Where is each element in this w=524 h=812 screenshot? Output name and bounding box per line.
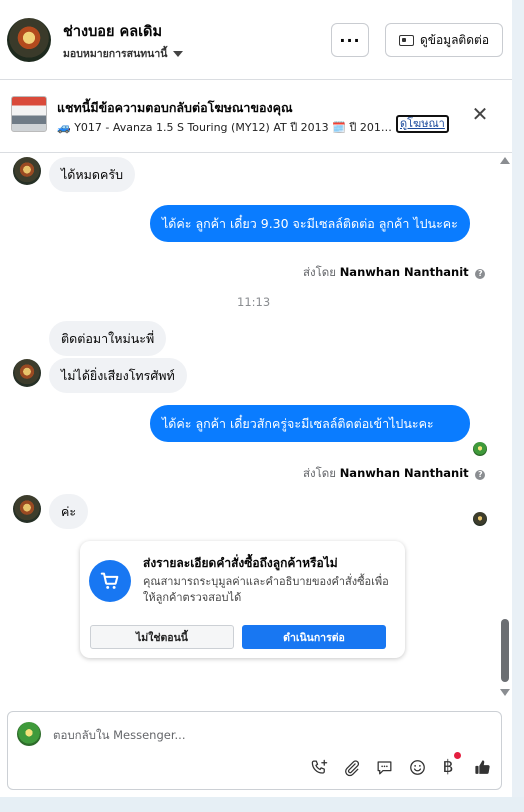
message-incoming: ได้หมดครับ	[49, 157, 136, 192]
ad-reply-banner: แชทนี้มีข้อความตอบกลับต่อโฆษณาของคุณ 🚙 Y…	[0, 81, 512, 153]
page-scrollbar-vertical[interactable]	[512, 0, 524, 812]
reply-input[interactable]	[53, 725, 473, 745]
scroll-up-arrow-icon[interactable]	[500, 157, 510, 164]
message-outgoing: ได้ค่ะ ลูกค้า เดี๋ยว 9.30 จะมีเซลล์ติดต่…	[150, 205, 470, 242]
message-incoming: ติดต่อมาใหม่นะพี่	[49, 321, 167, 356]
chat-scrollbar[interactable]	[498, 154, 512, 699]
view-contact-button[interactable]: ดูข้อมูลติดต่อ	[385, 23, 503, 57]
seen-indicator	[473, 512, 487, 526]
message-incoming: ค่ะ	[49, 494, 89, 529]
order-card-description: คุณสามารถระบุมูลค่าและคำอธิบายของคำสั่งซ…	[143, 575, 389, 604]
page-avatar	[17, 722, 41, 746]
sent-by-label: ส่งโดย Nanwhan Nanthanit ?	[303, 465, 486, 483]
conversation-header: ช่างบอย คลเดิม มอบหมายการสนทนานี้ ··· ดู…	[0, 0, 512, 80]
phone-plus-icon[interactable]	[308, 756, 330, 778]
paperclip-icon[interactable]	[340, 756, 362, 778]
ad-thumbnail[interactable]	[11, 96, 47, 132]
page-scrollbar-horizontal[interactable]	[0, 797, 524, 812]
continue-button[interactable]: ดำเนินการต่อ	[242, 625, 386, 649]
help-icon[interactable]: ?	[475, 470, 486, 480]
message-outgoing: ได้ค่ะ ลูกค้า เดี๋ยวสักครู่จะมีเซลล์ติดต…	[150, 405, 470, 442]
phone-plus-icon-svg	[311, 759, 327, 774]
message-timestamp: 11:13	[237, 295, 271, 309]
contact-avatar-small[interactable]	[13, 495, 41, 523]
contact-avatar-small[interactable]	[13, 157, 41, 185]
help-icon[interactable]: ?	[475, 269, 486, 279]
assign-conversation-dropdown[interactable]: มอบหมายการสนทนานี้	[63, 45, 184, 62]
ad-banner-title: แชทนี้มีข้อความตอบกลับต่อโฆษณาของคุณ	[57, 100, 293, 115]
assign-label: มอบหมายการสนทนานี้	[63, 48, 168, 60]
messenger-panel: ช่างบอย คลเดิม มอบหมายการสนทนานี้ ··· ดู…	[0, 0, 512, 797]
thumbs-up-icon[interactable]	[471, 756, 493, 778]
emoji-icon-svg	[409, 759, 425, 775]
sent-by-label: ส่งโดย Nanwhan Nanthanit ?	[303, 264, 486, 282]
more-options-button[interactable]: ···	[331, 23, 369, 57]
chevron-down-icon	[173, 50, 184, 57]
message-composer: ฿	[7, 711, 502, 790]
chat-bubble-icon-svg	[377, 760, 391, 774]
baht-icon[interactable]: ฿	[437, 756, 459, 778]
sent-by-prefix: ส่งโดย	[303, 466, 337, 480]
contact-name[interactable]: ช่างบอย คลเดิม	[63, 20, 162, 43]
sender-name: Nanwhan Nanthanit	[339, 265, 469, 279]
thumbs-up-icon-svg	[474, 759, 490, 774]
id-card-icon	[398, 34, 414, 46]
shopping-cart-icon-svg	[100, 572, 119, 589]
contact-avatar[interactable]	[7, 18, 51, 62]
view-contact-label: ดูข้อมูลติดต่อ	[419, 32, 490, 47]
notification-dot	[454, 752, 461, 759]
contact-avatar-small[interactable]	[13, 359, 41, 387]
sent-by-prefix: ส่งโดย	[303, 265, 337, 279]
order-details-card: ส่งรายละเอียดคำสั่งซื้อถึงลูกค้าหรือไม่ …	[80, 541, 405, 658]
seen-indicator	[473, 442, 487, 456]
view-ad-link[interactable]: ดูโฆษณา	[396, 115, 449, 133]
sender-name: Nanwhan Nanthanit	[339, 466, 469, 480]
paperclip-icon-svg	[344, 759, 359, 776]
message-incoming: ไม่ได้ยิ่งเสียงโทรศัพท์	[49, 358, 187, 393]
shopping-cart-icon	[89, 560, 131, 602]
chat-bubble-icon[interactable]	[373, 756, 395, 778]
not-now-button[interactable]: ไม่ใช่ตอนนี้	[90, 625, 234, 649]
close-icon[interactable]: ✕	[470, 104, 490, 124]
ad-banner-subtitle: 🚙 Y017 - Avanza 1.5 S Touring (MY12) AT …	[57, 121, 393, 134]
order-card-title: ส่งรายละเอียดคำสั่งซื้อถึงลูกค้าหรือไม่	[143, 556, 338, 570]
emoji-icon[interactable]	[406, 756, 428, 778]
scroll-down-arrow-icon[interactable]	[500, 689, 510, 696]
scrollbar-thumb[interactable]	[501, 619, 509, 682]
